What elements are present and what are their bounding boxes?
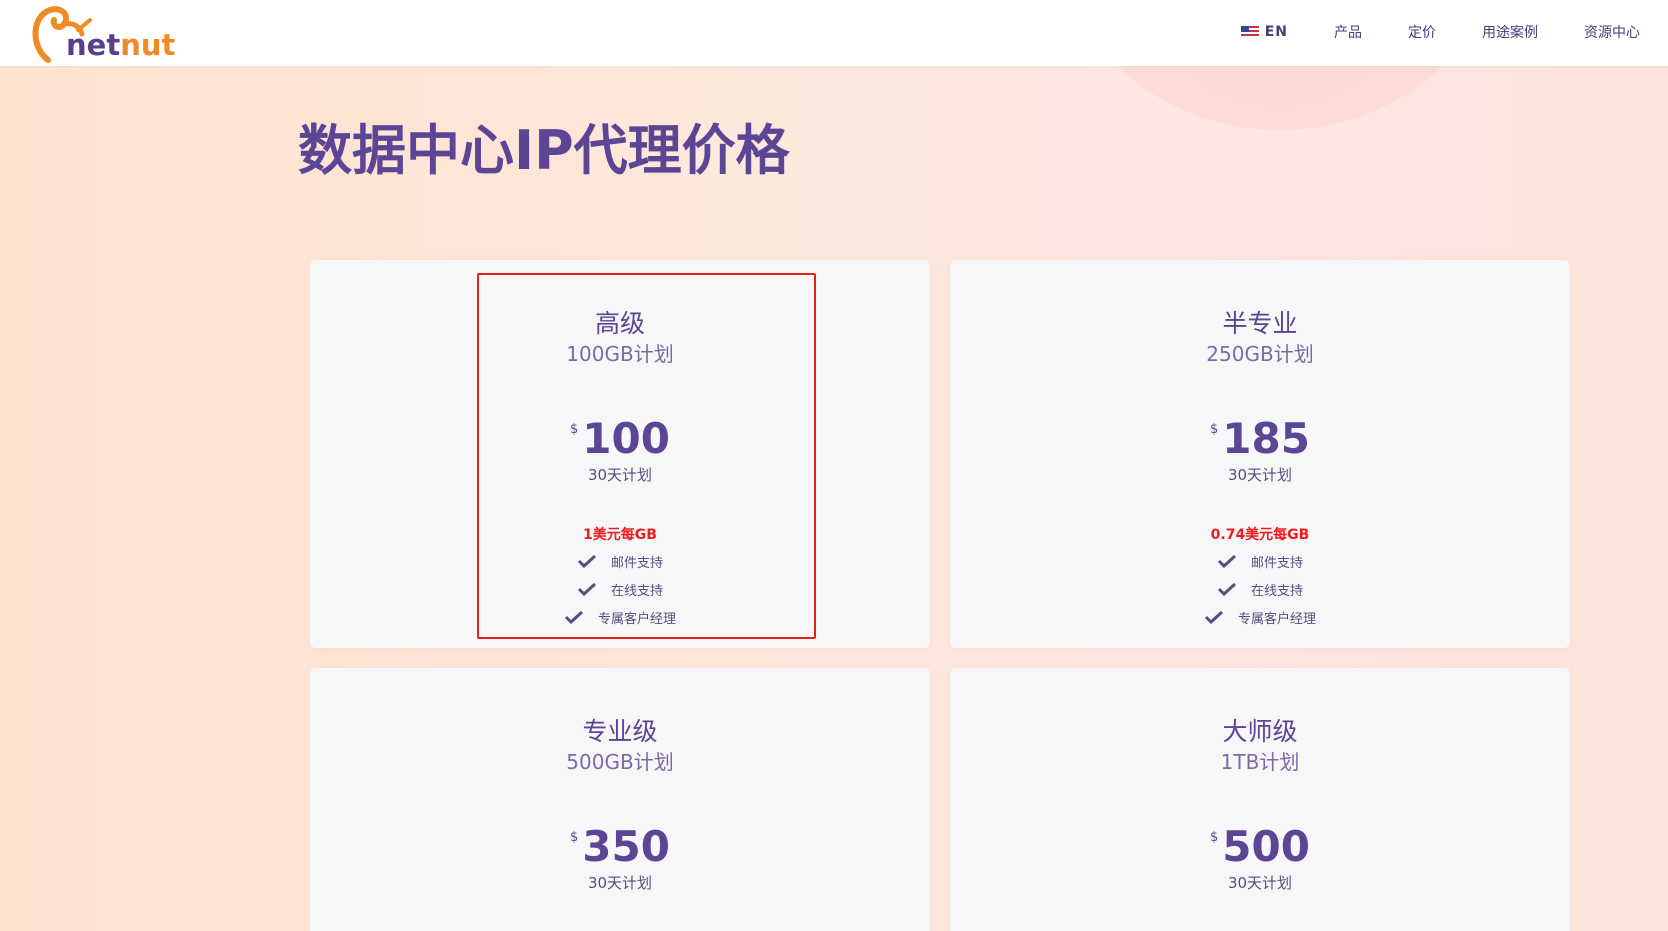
list-item: 在线支持 [950,575,1570,603]
currency-symbol: $ [1210,422,1219,437]
language-selector[interactable]: EN [1240,24,1288,40]
plan-period: 30天计划 [1227,466,1293,484]
nav-item-pricing[interactable]: 定价 [1408,22,1436,42]
currency-symbol: $ [570,830,579,845]
plan-price: $350 [310,826,930,868]
us-flag-icon [1240,26,1259,38]
plan-name: 半专业 [1222,309,1298,338]
plan-price: $185 [950,418,1570,460]
logo-text: netnut [66,28,176,62]
page: netnut EN 产品 定价 用途案例 资源中心 数据中心IP代理价格 高级 … [0,0,1668,931]
check-icon [1217,554,1237,568]
pricing-card-master[interactable]: 大师级 1TB计划 $500 30天计划 [950,668,1570,931]
plan-size: 250GB计划 [1206,342,1314,366]
plan-size: 500GB计划 [566,750,674,774]
check-icon [1217,582,1237,596]
pricing-card-semi-pro[interactable]: 半专业 250GB计划 $185 30天计划 0.74美元每GB 邮件支持 在线… [950,260,1570,648]
netnut-logo[interactable]: netnut [26,2,175,64]
top-nav: EN 产品 定价 用途案例 资源中心 [1195,22,1640,42]
plan-period: 30天计划 [587,874,653,892]
feature-label: 专属客户经理 [1237,611,1316,627]
plan-period: 30天计划 [1227,874,1293,892]
nav-item-resources[interactable]: 资源中心 [1584,22,1640,42]
language-label: EN [1264,24,1288,40]
feature-label: 邮件支持 [1250,555,1303,571]
plan-price: $500 [950,826,1570,868]
feature-label: 在线支持 [1250,583,1303,599]
price-amount: 185 [1222,414,1310,463]
pricing-card-professional[interactable]: 专业级 500GB计划 $350 30天计划 [310,668,930,931]
price-amount: 500 [1222,822,1310,871]
list-item: 邮件支持 [950,547,1570,575]
plan-name: 大师级 [1222,717,1298,746]
price-per-gb: 0.74美元每GB [1210,527,1310,543]
feature-list: 邮件支持 在线支持 专属客户经理 [950,547,1570,631]
currency-symbol: $ [1210,830,1219,845]
price-amount: 350 [582,822,670,871]
plan-size: 1TB计划 [1220,750,1300,774]
check-icon [1204,610,1224,624]
nav-item-use-cases[interactable]: 用途案例 [1482,22,1538,42]
nav-item-products[interactable]: 产品 [1334,22,1362,42]
list-item: 专属客户经理 [950,603,1570,631]
plan-name: 专业级 [582,717,658,746]
header: netnut EN 产品 定价 用途案例 资源中心 [0,0,1668,66]
highlight-box [477,273,816,639]
page-title: 数据中心IP代理价格 [298,119,790,182]
